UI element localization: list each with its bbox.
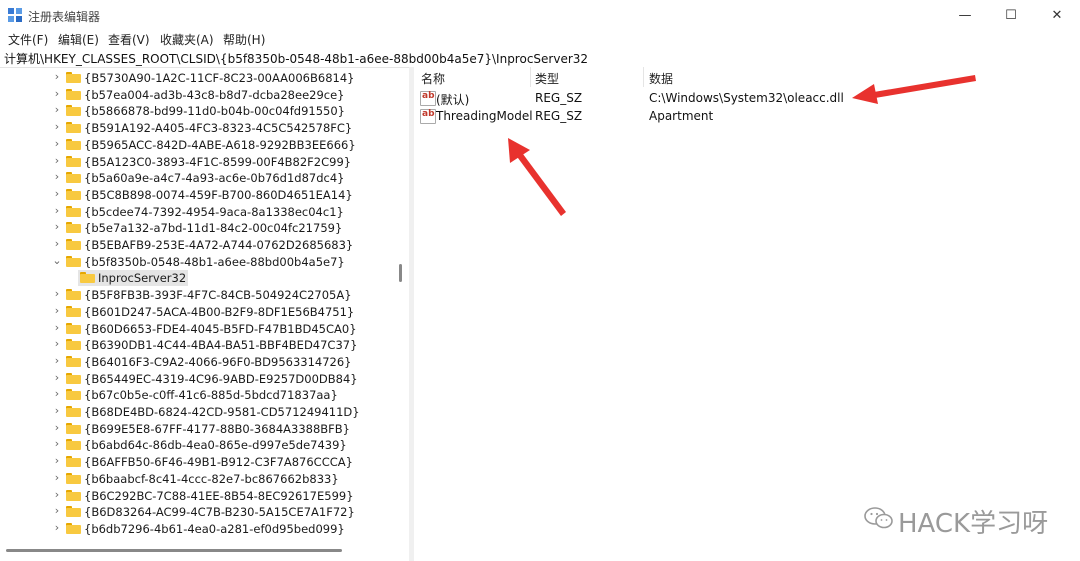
watermark-text: HACK学习呀 bbox=[898, 509, 1049, 539]
annotation-arrows bbox=[508, 75, 976, 216]
arrow-to-dll-path bbox=[852, 75, 976, 104]
arrow-to-threading-model bbox=[508, 138, 566, 216]
wechat-icon bbox=[864, 507, 893, 529]
watermark: HACK学习呀 bbox=[864, 503, 1054, 539]
